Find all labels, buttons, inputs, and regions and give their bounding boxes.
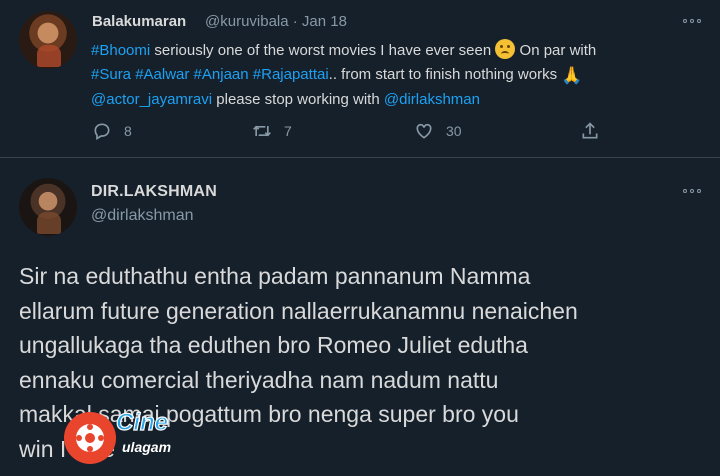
- handle[interactable]: @dirlakshman: [91, 207, 194, 225]
- display-name[interactable]: DIR.LAKSHMAN: [91, 183, 217, 201]
- display-name[interactable]: Balakumaran: [92, 13, 186, 30]
- more-icon[interactable]: [683, 186, 705, 196]
- tweet-card-1[interactable]: Balakumaran @kuruvibala · Jan 18 #Bhoomi…: [0, 0, 720, 158]
- share-icon: [582, 122, 598, 139]
- tweet-text-segment: On par with: [515, 42, 597, 59]
- retweet-count: 7: [284, 123, 292, 139]
- avatar[interactable]: [19, 178, 77, 236]
- mention-link[interactable]: @actor_jayamravi: [91, 91, 212, 108]
- tweet-text-segment: seriously one of the worst movies I have…: [150, 42, 496, 59]
- avatar[interactable]: [19, 11, 77, 69]
- retweet-icon: [253, 125, 271, 137]
- reply-button[interactable]: 8: [92, 121, 132, 141]
- retweet-button[interactable]: 7: [252, 121, 292, 141]
- tweet-text-segment: please stop working with: [212, 91, 384, 108]
- logo-text-ulagam: ulagam: [122, 439, 171, 455]
- logo-text-cine: Cine: [116, 409, 168, 436]
- tweet-text-segment: .. from start to finish nothing works: [328, 66, 562, 83]
- reply-icon: [94, 123, 110, 140]
- like-count: 30: [446, 123, 462, 139]
- like-button[interactable]: 30: [414, 121, 462, 141]
- like-icon: [416, 123, 432, 139]
- more-icon[interactable]: [683, 16, 705, 26]
- hashtag-link[interactable]: #Bhoomi: [91, 42, 150, 59]
- reply-count: 8: [124, 123, 132, 139]
- pray-emoji: 🙏: [561, 66, 583, 85]
- mention-link[interactable]: @dirlakshman: [384, 91, 480, 108]
- sad-face-emoji: [495, 39, 516, 59]
- handle-and-time[interactable]: @kuruvibala · Jan 18: [205, 13, 347, 30]
- cineulagam-logo: Cine ulagam: [64, 408, 171, 464]
- share-button[interactable]: [580, 121, 600, 141]
- tweet-text: #Bhoomi seriously one of the worst movie…: [91, 39, 711, 112]
- hashtag-links[interactable]: #Sura #Aalwar #Anjaan #Rajapattai: [91, 66, 329, 83]
